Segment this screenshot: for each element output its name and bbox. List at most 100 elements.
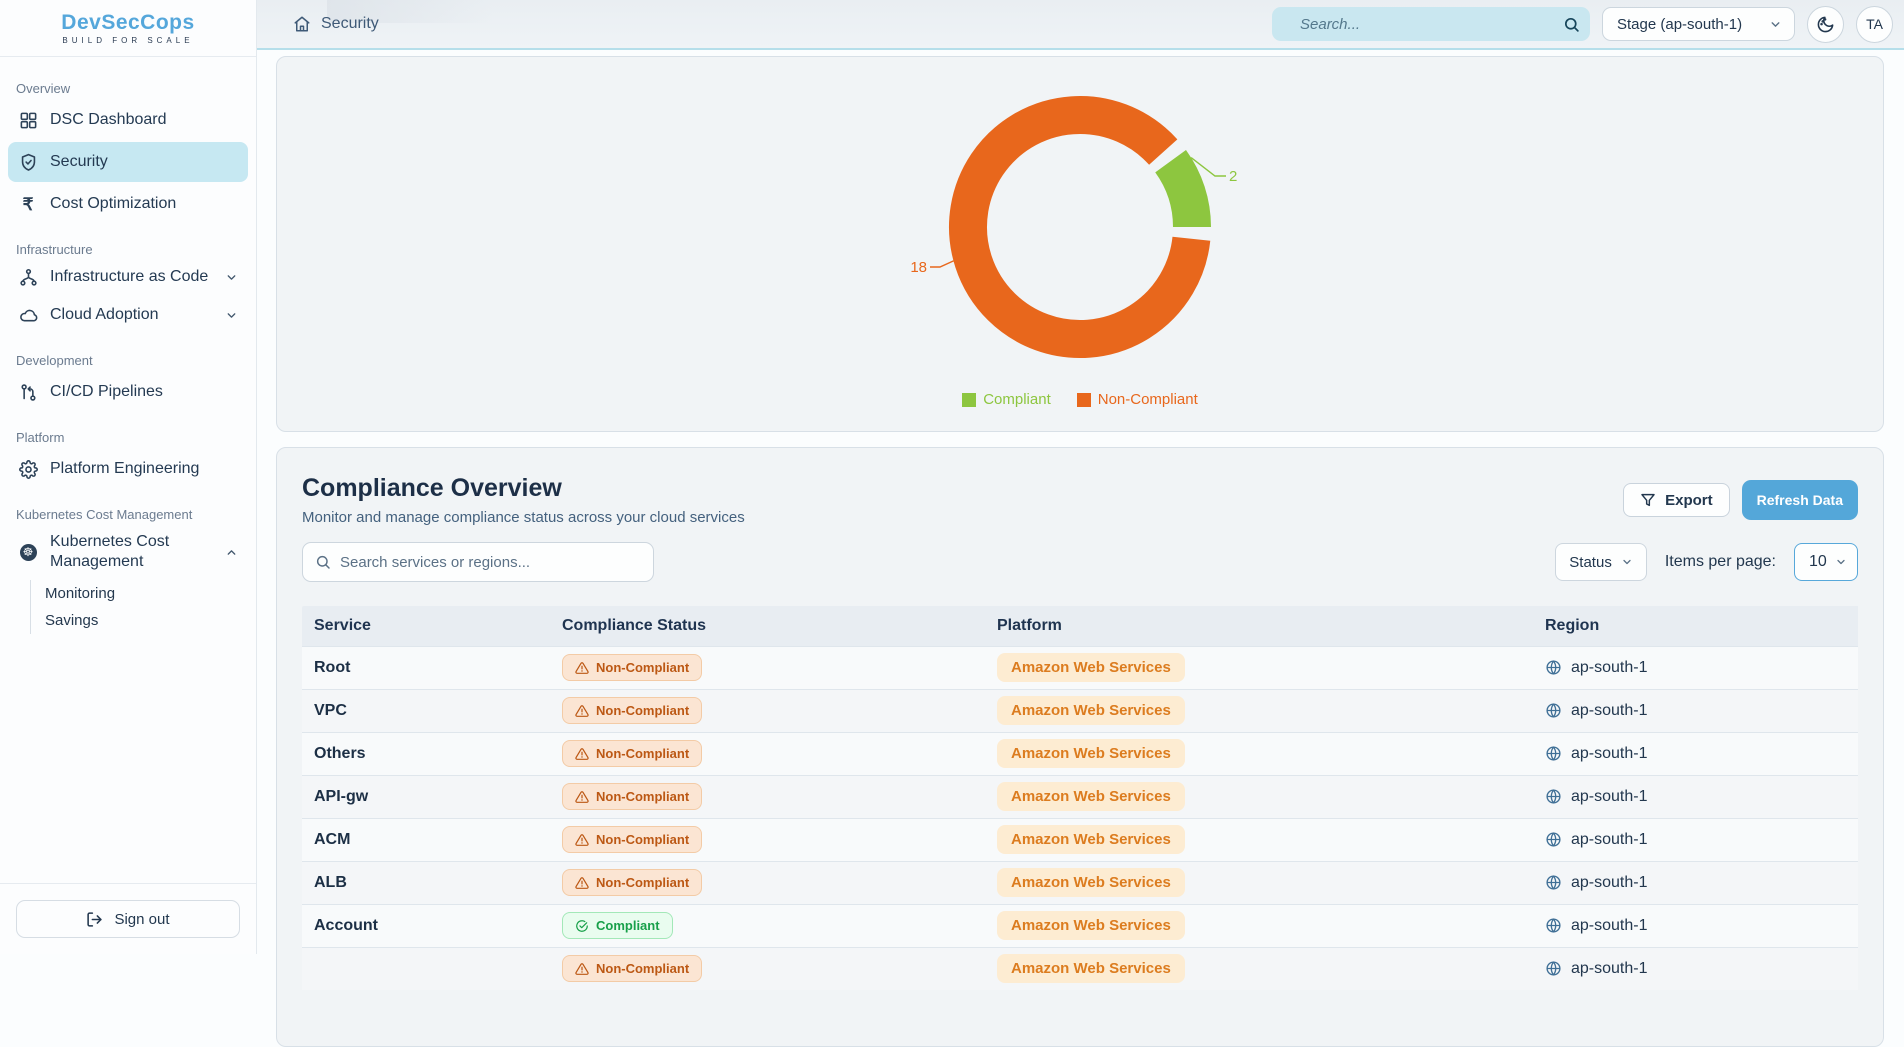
brand-logo-text: DevSecCops <box>61 11 194 35</box>
shield-check-icon <box>18 152 38 172</box>
sidebar-item-platform-engineering[interactable]: Platform Engineering <box>8 449 248 489</box>
sign-out-button[interactable]: Sign out <box>16 900 240 938</box>
search-icon <box>315 554 331 570</box>
export-label: Export <box>1665 492 1713 509</box>
service-name: API-gw <box>302 775 550 818</box>
warning-icon <box>575 962 589 976</box>
table-row: OthersNon-CompliantAmazon Web Servicesap… <box>302 732 1858 775</box>
status-badge: Non-Compliant <box>562 740 702 767</box>
globe-icon <box>1545 960 1562 977</box>
status-badge: Non-Compliant <box>562 869 702 896</box>
globe-icon <box>1545 917 1562 934</box>
items-per-page-select[interactable]: 10 <box>1794 543 1858 581</box>
export-button[interactable]: Export <box>1623 483 1730 517</box>
chart-legend: Compliant Non-Compliant <box>962 391 1198 408</box>
global-search-input[interactable] <box>1272 16 1590 33</box>
theme-toggle-button[interactable] <box>1807 6 1844 43</box>
service-name: ALB <box>302 861 550 904</box>
compliance-overview-card: Compliance Overview Monitor and manage c… <box>276 447 1884 1047</box>
globe-icon <box>1545 788 1562 805</box>
sidebar-item-label: Cloud Adoption <box>50 306 159 324</box>
search-icon[interactable] <box>1563 16 1580 33</box>
sidebar-item-security[interactable]: Security <box>8 142 248 182</box>
sidebar-item-cost-optimization[interactable]: ₹Cost Optimization <box>8 184 248 224</box>
topbar-right: Stage (ap-south-1) TA <box>1272 6 1893 43</box>
sidebar-section-label: Overview <box>16 81 240 96</box>
sidebar-item-infrastructure-as-code[interactable]: Infrastructure as Code <box>8 261 248 293</box>
service-name: ACM <box>302 818 550 861</box>
legend-swatch-compliant <box>962 393 976 407</box>
chevron-up-icon <box>225 546 238 559</box>
chevron-down-icon <box>225 309 238 322</box>
stage-selector[interactable]: Stage (ap-south-1) <box>1602 7 1795 41</box>
warning-icon <box>575 704 589 718</box>
status-badge: Non-Compliant <box>562 826 702 853</box>
chevron-down-icon <box>1835 556 1847 568</box>
cloud-icon <box>18 305 38 325</box>
compliance-donut-chart: 18 2 <box>908 55 1252 399</box>
legend-label-noncompliant: Non-Compliant <box>1098 391 1198 408</box>
legend-item-compliant[interactable]: Compliant <box>962 391 1051 408</box>
table-search-input[interactable] <box>340 554 641 571</box>
breadcrumb-label: Security <box>321 15 379 33</box>
items-per-page-label: Items per page: <box>1665 553 1776 571</box>
service-name: Others <box>302 732 550 775</box>
stage-selector-value: Stage (ap-south-1) <box>1617 16 1742 33</box>
brand-logo: DevSecCops BUILD FOR SCALE <box>0 0 256 57</box>
gear-icon <box>18 459 38 479</box>
column-header-region: Region <box>1533 606 1858 646</box>
chevron-down-icon <box>225 271 238 284</box>
sidebar-item-cloud-adoption[interactable]: Cloud Adoption <box>8 295 248 335</box>
chevron-down-icon <box>1621 556 1633 568</box>
refresh-data-button[interactable]: Refresh Data <box>1742 480 1858 520</box>
service-name <box>302 947 550 990</box>
globe-icon <box>1545 874 1562 891</box>
moon-icon <box>1816 15 1835 34</box>
globe-icon <box>1545 702 1562 719</box>
donut-label-compliant: 2 <box>1229 168 1237 185</box>
avatar-initials: TA <box>1866 16 1883 32</box>
breadcrumb[interactable]: Security <box>293 15 379 33</box>
sidebar-item-label: CI/CD Pipelines <box>50 383 163 401</box>
kubernetes-icon: ☸ <box>18 542 38 562</box>
legend-item-noncompliant[interactable]: Non-Compliant <box>1077 391 1198 408</box>
warning-icon <box>575 790 589 804</box>
table-row: Non-CompliantAmazon Web Servicesap-south… <box>302 947 1858 990</box>
sidebar-subnav: MonitoringSavings <box>30 580 248 634</box>
sidebar-subitem-monitoring[interactable]: Monitoring <box>45 580 248 607</box>
sidebar-item-ci-cd-pipelines[interactable]: CI/CD Pipelines <box>8 372 248 412</box>
region-name: ap-south-1 <box>1571 659 1648 677</box>
region-name: ap-south-1 <box>1571 788 1648 806</box>
status-badge: Non-Compliant <box>562 955 702 982</box>
global-search[interactable] <box>1272 7 1590 41</box>
status-filter-label: Status <box>1569 554 1612 571</box>
sidebar-item-kubernetes-cost-management[interactable]: ☸Kubernetes Cost Management <box>8 526 248 578</box>
sidebar-item-label: DSC Dashboard <box>50 111 167 129</box>
grid-icon <box>18 110 38 130</box>
sidebar-item-label: Infrastructure as Code <box>50 267 208 287</box>
sidebar-subitem-savings[interactable]: Savings <box>45 607 248 634</box>
avatar[interactable]: TA <box>1856 6 1893 43</box>
table-search[interactable] <box>302 542 654 582</box>
region-name: ap-south-1 <box>1571 745 1648 763</box>
chevron-down-icon <box>1769 18 1782 31</box>
column-header-service: Service <box>302 606 550 646</box>
status-badge: Non-Compliant <box>562 783 702 810</box>
sidebar-item-label: Security <box>50 153 108 171</box>
warning-icon <box>575 833 589 847</box>
status-filter-dropdown[interactable]: Status <box>1555 543 1647 581</box>
pipeline-icon <box>18 382 38 402</box>
warning-icon <box>575 876 589 890</box>
table-row: API-gwNon-CompliantAmazon Web Servicesap… <box>302 775 1858 818</box>
main-content: 18 2 Compliant Non-Compliant Compliance … <box>257 52 1904 954</box>
home-icon[interactable] <box>293 15 311 33</box>
status-badge: Compliant <box>562 912 673 939</box>
table-row: RootNon-CompliantAmazon Web Servicesap-s… <box>302 646 1858 689</box>
status-badge: Non-Compliant <box>562 697 702 724</box>
sidebar-item-dsc-dashboard[interactable]: DSC Dashboard <box>8 100 248 140</box>
platform-badge: Amazon Web Services <box>997 868 1185 897</box>
column-header-platform: Platform <box>985 606 1533 646</box>
sidebar-section-label: Platform <box>16 430 240 445</box>
table-row: ALBNon-CompliantAmazon Web Servicesap-so… <box>302 861 1858 904</box>
table-row: AccountCompliantAmazon Web Servicesap-so… <box>302 904 1858 947</box>
